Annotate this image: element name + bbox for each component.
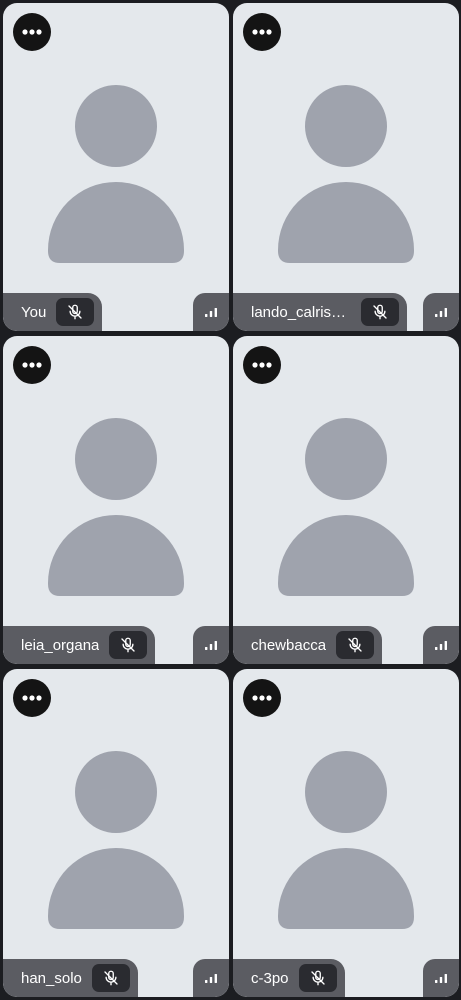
mic-off-icon bbox=[348, 637, 362, 653]
mute-indicator[interactable] bbox=[298, 964, 337, 992]
mic-off-icon bbox=[104, 970, 118, 986]
signal-bars-icon bbox=[435, 974, 447, 983]
mute-indicator[interactable] bbox=[361, 298, 399, 326]
signal-bars-icon bbox=[205, 308, 217, 317]
more-horizontal-icon bbox=[22, 362, 42, 368]
participant-tile[interactable]: c-3po bbox=[233, 669, 459, 997]
participant-tile[interactable]: han_solo bbox=[3, 669, 229, 997]
participant-name-bar[interactable]: c-3po bbox=[233, 959, 345, 997]
participant-name: chewbacca bbox=[251, 636, 327, 654]
more-horizontal-icon bbox=[22, 695, 42, 701]
avatar-placeholder-icon bbox=[278, 751, 414, 929]
more-horizontal-icon bbox=[252, 362, 272, 368]
connection-quality-button[interactable] bbox=[193, 626, 229, 664]
connection-quality-button[interactable] bbox=[193, 293, 229, 331]
avatar-placeholder-icon bbox=[278, 85, 414, 263]
connection-quality-button[interactable] bbox=[423, 626, 459, 664]
mute-indicator[interactable] bbox=[91, 964, 130, 992]
signal-bars-icon bbox=[205, 974, 217, 983]
connection-quality-button[interactable] bbox=[423, 959, 459, 997]
connection-quality-button[interactable] bbox=[423, 293, 459, 331]
avatar-placeholder-icon bbox=[48, 418, 184, 596]
more-options-button[interactable] bbox=[243, 679, 281, 717]
more-options-button[interactable] bbox=[243, 13, 281, 51]
participant-name: You bbox=[21, 303, 47, 321]
mute-indicator[interactable] bbox=[56, 298, 95, 326]
signal-bars-icon bbox=[435, 308, 447, 317]
participant-name-bar[interactable]: leia_organa bbox=[3, 626, 156, 664]
participant-name: lando_calrissian bbox=[251, 303, 351, 321]
more-horizontal-icon bbox=[252, 695, 272, 701]
more-horizontal-icon bbox=[22, 29, 42, 35]
avatar-placeholder-icon bbox=[48, 85, 184, 263]
more-horizontal-icon bbox=[252, 29, 272, 35]
participant-tile[interactable]: lando_calrissian bbox=[233, 3, 459, 331]
more-options-button[interactable] bbox=[13, 679, 51, 717]
participant-tile[interactable]: You bbox=[3, 3, 229, 331]
mute-indicator[interactable] bbox=[336, 631, 375, 659]
more-options-button[interactable] bbox=[13, 13, 51, 51]
participant-tile[interactable]: leia_organa bbox=[3, 336, 229, 664]
mic-off-icon bbox=[121, 637, 136, 653]
participant-name: c-3po bbox=[251, 969, 289, 987]
participant-name-bar[interactable]: chewbacca bbox=[233, 626, 383, 664]
participant-tile[interactable]: chewbacca bbox=[233, 336, 459, 664]
participant-name-bar[interactable]: You bbox=[3, 293, 103, 331]
mute-indicator[interactable] bbox=[109, 631, 148, 659]
more-options-button[interactable] bbox=[243, 346, 281, 384]
mic-off-icon bbox=[310, 970, 325, 986]
signal-bars-icon bbox=[435, 641, 447, 650]
more-options-button[interactable] bbox=[13, 346, 51, 384]
participant-grid: You lando_calrissian leia_organa chewbac… bbox=[0, 0, 461, 1000]
connection-quality-button[interactable] bbox=[193, 959, 229, 997]
participant-name: han_solo bbox=[21, 969, 82, 987]
avatar-placeholder-icon bbox=[278, 418, 414, 596]
mic-off-icon bbox=[68, 304, 82, 320]
avatar-placeholder-icon bbox=[48, 751, 184, 929]
participant-name: leia_organa bbox=[21, 636, 100, 654]
mic-off-icon bbox=[373, 304, 387, 320]
signal-bars-icon bbox=[205, 641, 217, 650]
participant-name-bar[interactable]: lando_calrissian bbox=[233, 293, 407, 331]
participant-name-bar[interactable]: han_solo bbox=[3, 959, 138, 997]
